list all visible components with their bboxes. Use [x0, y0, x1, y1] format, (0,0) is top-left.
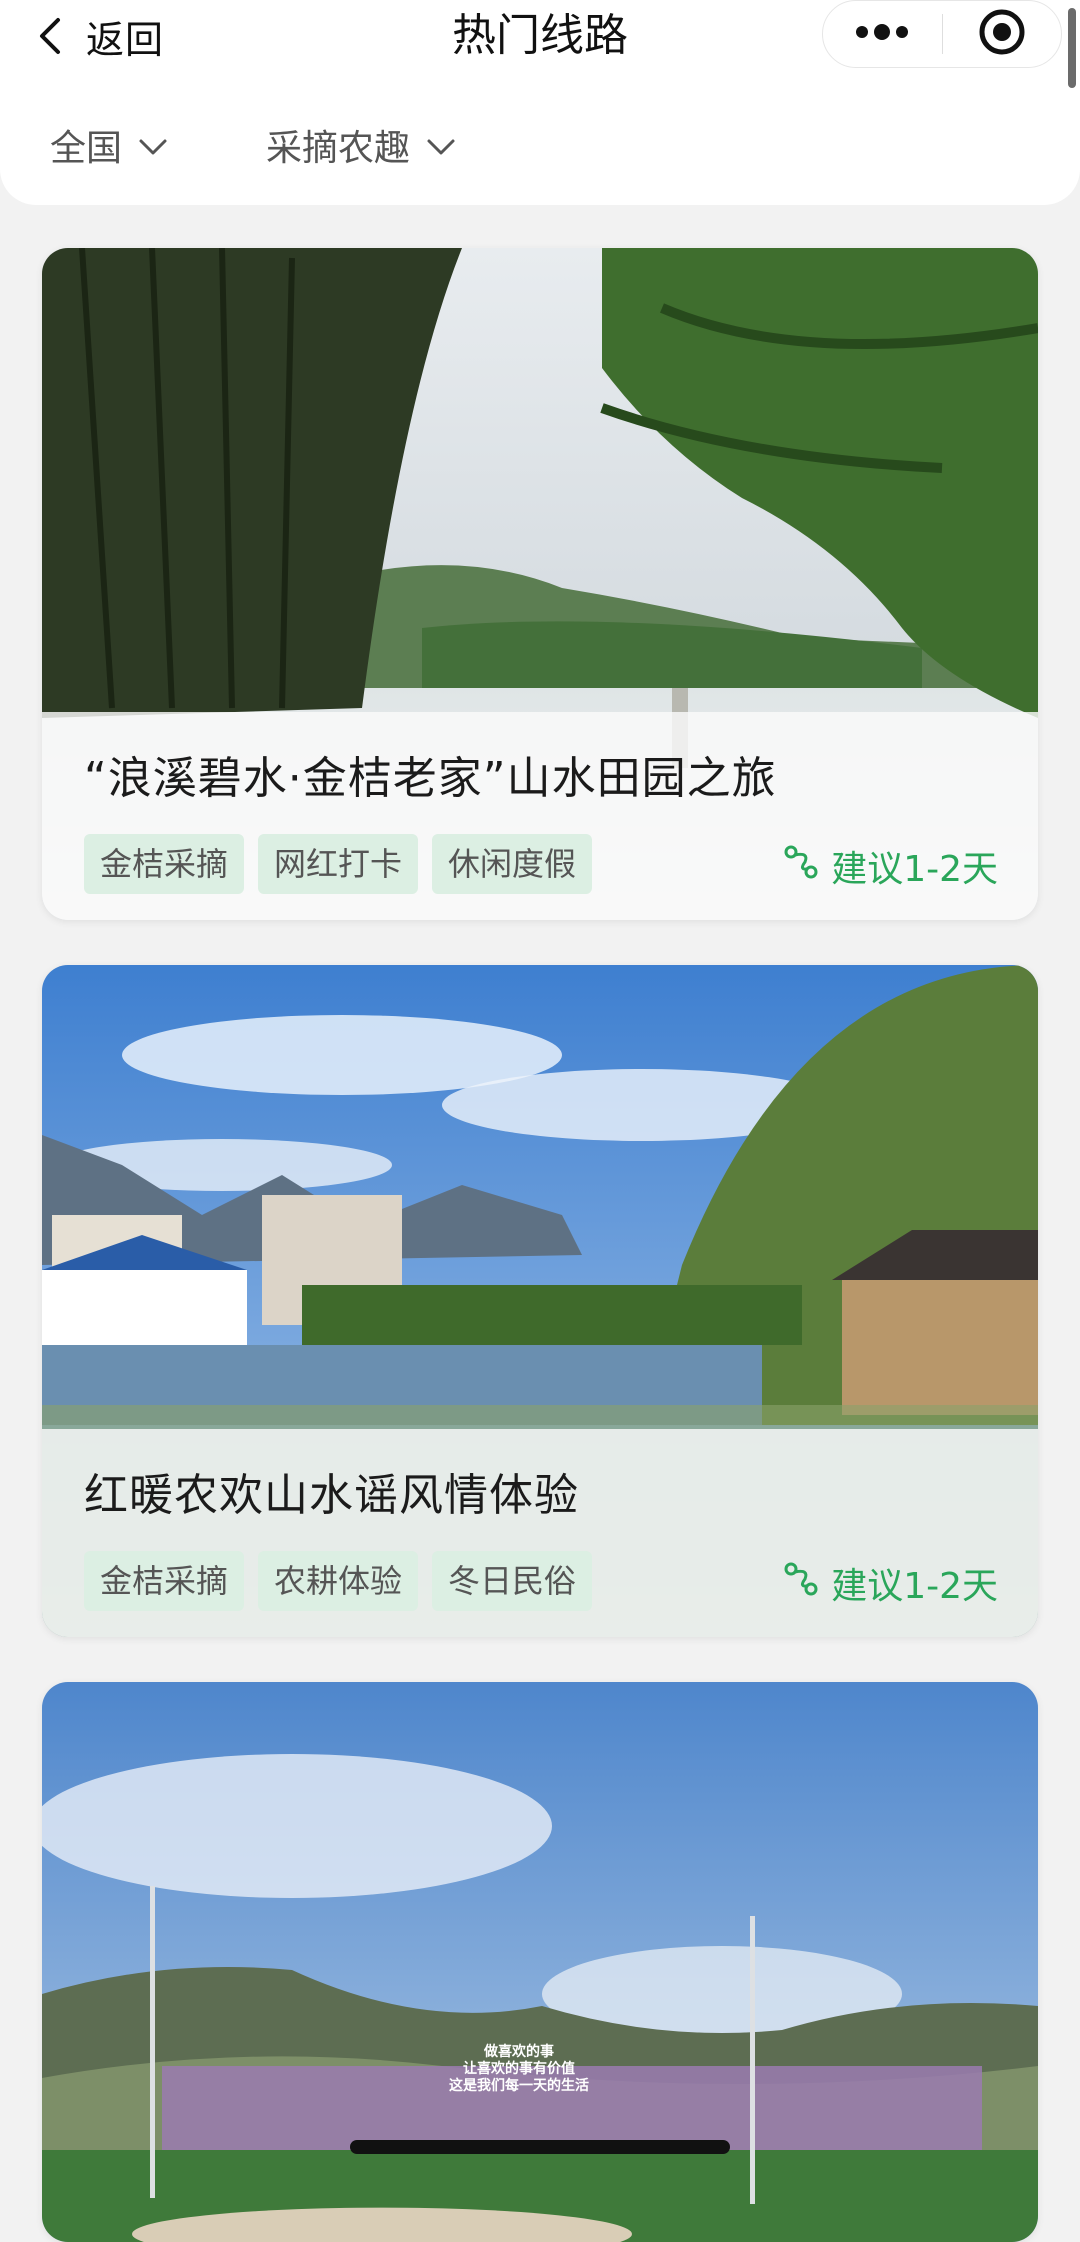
route-card[interactable]: 做喜欢的事 让喜欢的事有价值 这是我们每一天的生活	[42, 1682, 1038, 2242]
top-navigation-bar: 返回 热门线路	[0, 0, 1080, 95]
park-sign: 做喜欢的事 让喜欢的事有价值 这是我们每一天的生活	[414, 2044, 624, 2095]
more-button[interactable]	[823, 0, 942, 68]
close-miniprogram-button[interactable]	[943, 0, 1062, 68]
region-filter[interactable]: 全国	[50, 115, 168, 175]
miniprogram-capsule	[822, 0, 1062, 68]
scrollbar	[1068, 8, 1076, 88]
route-duration: 建议1-2天	[781, 1557, 998, 1609]
route-card[interactable]: 红暖农欢山水谣风情体验 金桔采摘 农耕体验 冬日民俗 建议1-2天	[42, 965, 1038, 1637]
route-tags: 金桔采摘 网红打卡 休闲度假	[84, 834, 593, 894]
region-filter-label: 全国	[50, 128, 123, 169]
park-sign-line: 做喜欢的事	[484, 2044, 554, 2060]
more-dots-icon	[852, 22, 912, 46]
route-duration-label: 建议1-2天	[831, 849, 998, 890]
route-duration: 建议1-2天	[781, 840, 998, 892]
route-tag: 冬日民俗	[432, 1551, 593, 1611]
park-sign-line: 这是我们每一天的生活	[449, 2078, 589, 2094]
route-photo-wisteria-park	[42, 1682, 1038, 2242]
route-duration-label: 建议1-2天	[831, 1566, 998, 1607]
route-tag: 金桔采摘	[84, 1551, 245, 1611]
category-filter-label: 采摘农趣	[266, 128, 411, 169]
home-indicator	[350, 2140, 730, 2154]
route-tag: 农耕体验	[258, 1551, 419, 1611]
filter-bar: 全国 采摘农趣	[0, 95, 1080, 205]
chevron-down-icon	[426, 125, 456, 166]
route-icon	[781, 1559, 821, 1608]
route-title: 红暖农欢山水谣风情体验	[84, 1470, 579, 1521]
route-tags: 金桔采摘 农耕体验 冬日民俗	[84, 1551, 593, 1611]
route-icon	[781, 842, 821, 891]
park-sign-line: 让喜欢的事有价值	[463, 2061, 575, 2077]
route-tag: 休闲度假	[432, 834, 593, 894]
category-filter[interactable]: 采摘农趣	[266, 115, 456, 175]
route-tag: 金桔采摘	[84, 834, 245, 894]
route-info-panel: “浪溪碧水·金桔老家”山水田园之旅 金桔采摘 网红打卡 休闲度假 建议1-2天	[42, 712, 1038, 920]
chevron-down-icon	[138, 125, 168, 166]
route-title: “浪溪碧水·金桔老家”山水田园之旅	[84, 753, 777, 804]
route-info-panel: 红暖农欢山水谣风情体验 金桔采摘 农耕体验 冬日民俗 建议1-2天	[42, 1429, 1038, 1637]
target-circle-icon	[977, 7, 1027, 61]
route-card[interactable]: “浪溪碧水·金桔老家”山水田园之旅 金桔采摘 网红打卡 休闲度假 建议1-2天	[42, 248, 1038, 920]
route-tag: 网红打卡	[258, 834, 419, 894]
